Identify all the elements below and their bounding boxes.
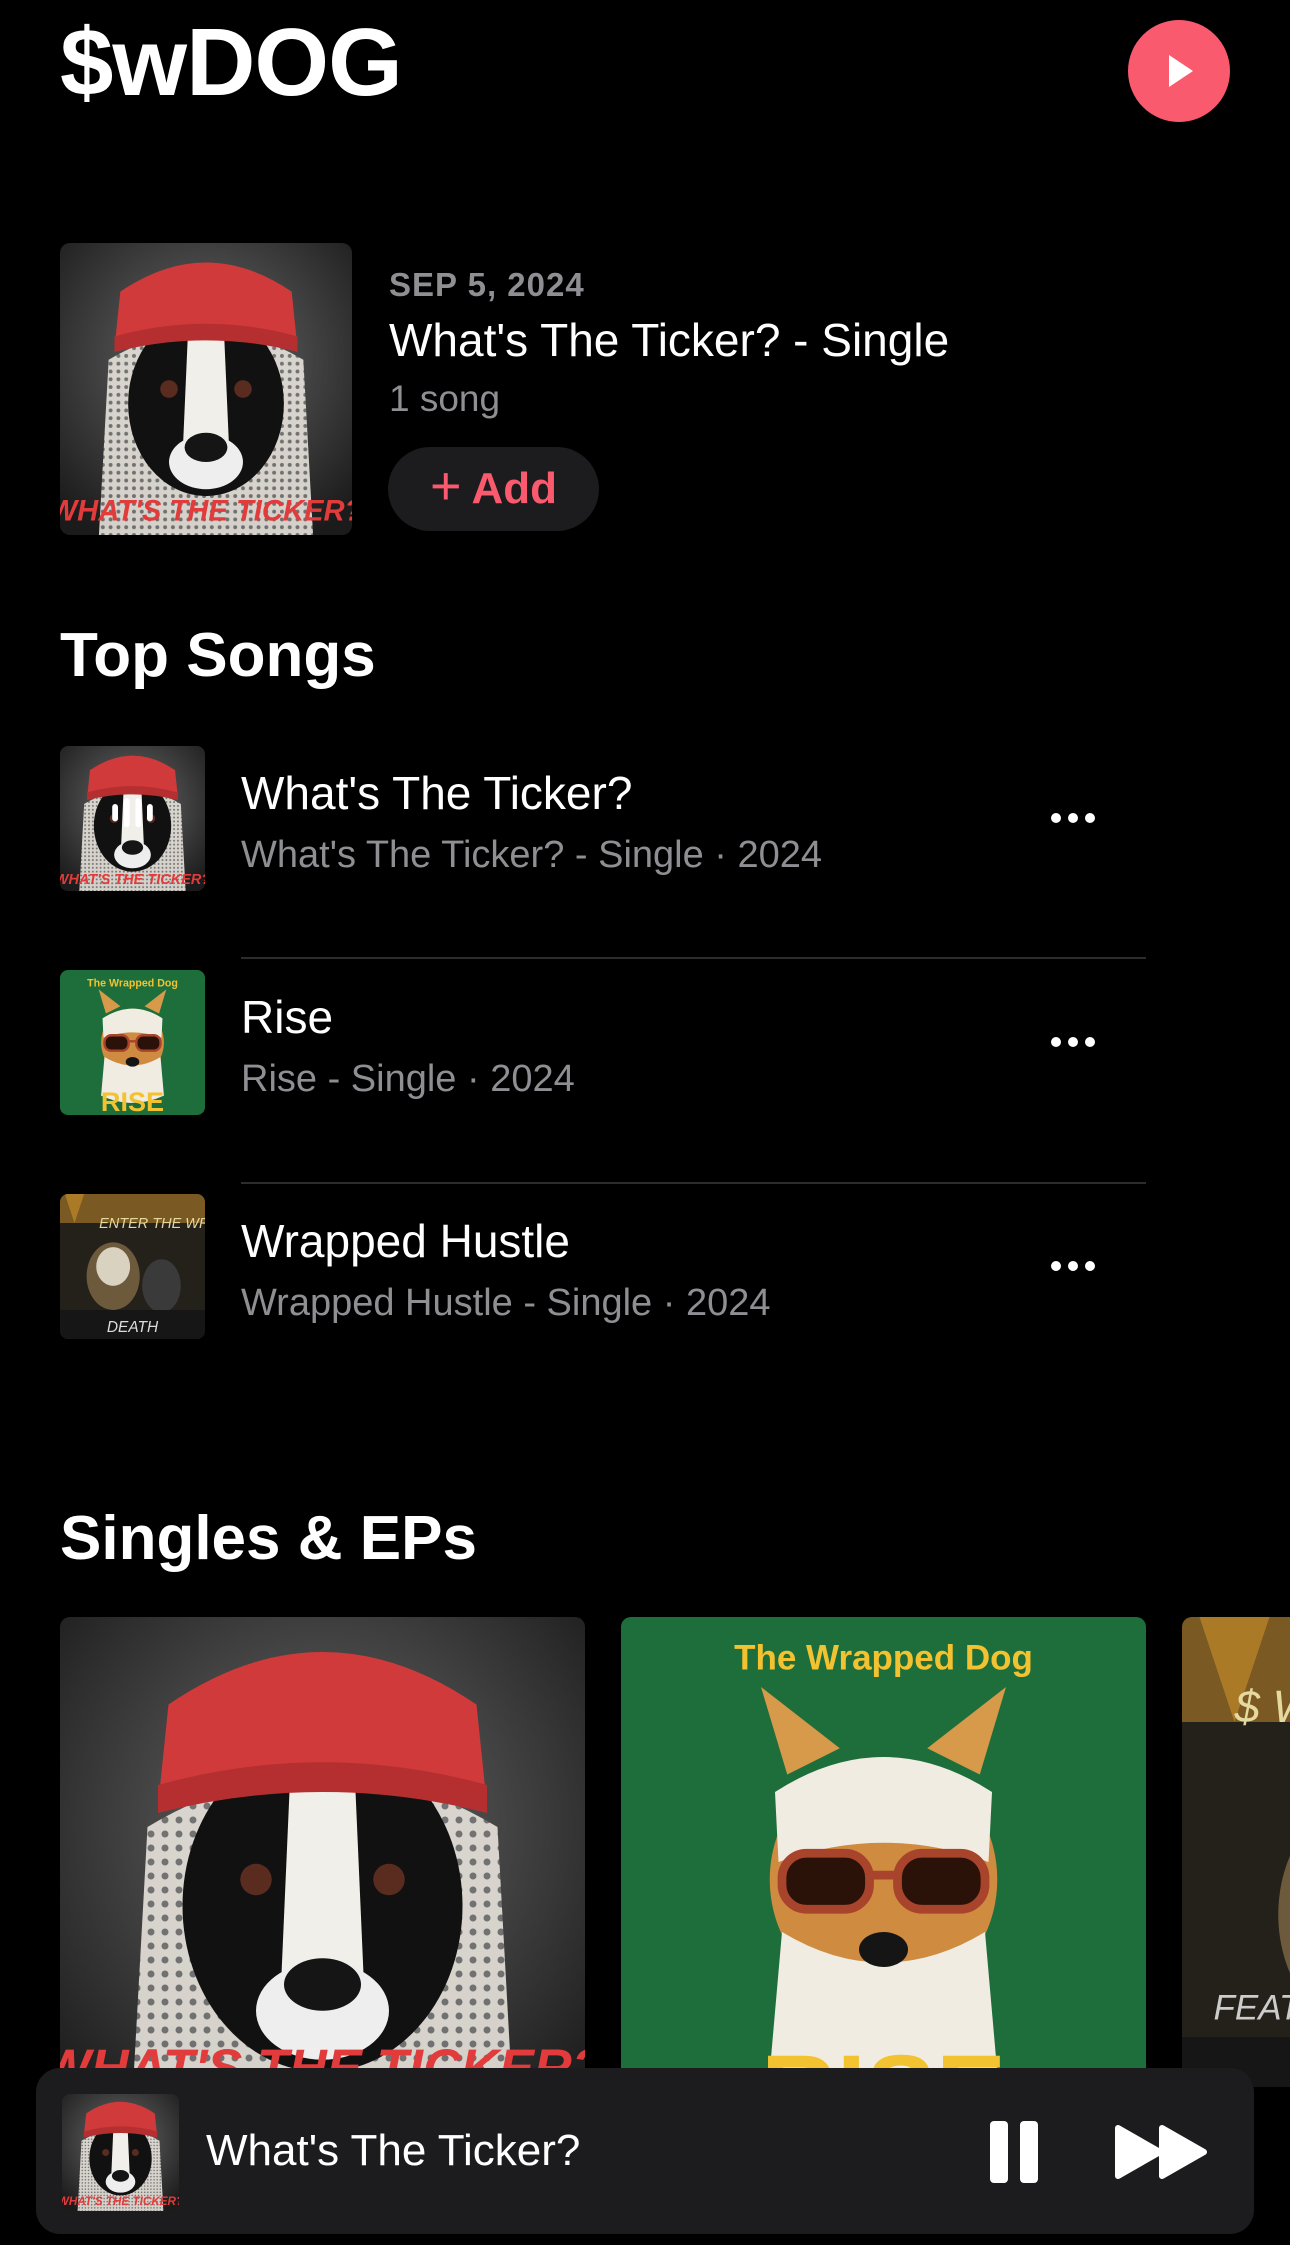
card-art-text: FEAT <box>1214 1989 1290 2028</box>
play-icon <box>1169 55 1193 87</box>
song-art-top: ENTER THE WRAP <box>99 1216 205 1232</box>
more-icon <box>1051 1037 1061 1047</box>
single-card[interactable]: $ WDOG FEAT <box>1182 1617 1290 2087</box>
single-card[interactable]: WHAT'S THE TICKER? <box>60 1617 585 2087</box>
latest-release-artwork[interactable]: WHAT'S THE TICKER? <box>60 243 352 535</box>
add-button[interactable]: + Add <box>388 447 599 531</box>
mini-player[interactable]: WHAT'S THE TICKER? What's The Ticker? <box>36 2068 1254 2234</box>
more-icon <box>1051 1261 1061 1271</box>
more-icon <box>1051 813 1061 823</box>
divider <box>241 1182 1146 1184</box>
pause-button[interactable] <box>976 2112 1052 2192</box>
plus-icon: + <box>429 456 462 516</box>
song-subtitle: Rise - Single · 2024 <box>241 1058 575 1100</box>
song-artwork: WHAT'S THE TICKER? <box>60 746 205 891</box>
release-date: SEP 5, 2024 <box>389 266 585 303</box>
song-art-text: DEATH <box>107 1319 159 1336</box>
artist-name: $wDOG <box>60 9 403 116</box>
pause-icon <box>990 2121 1008 2183</box>
latest-art-text: WHAT'S THE TICKER? <box>60 495 352 527</box>
now-playing-title: What's The Ticker? <box>206 2126 581 2175</box>
more-button[interactable] <box>1040 788 1106 848</box>
single-card[interactable]: The Wrapped Dog RISE <box>621 1617 1146 2087</box>
song-row[interactable]: ENTER THE WRAP DEATH Wrapped Hustle Wrap… <box>0 1194 1290 1418</box>
song-artwork: ENTER THE WRAP DEATH <box>60 1194 205 1339</box>
now-playing-artwork: WHAT'S THE TICKER? <box>62 2094 179 2211</box>
song-subtitle: Wrapped Hustle - Single · 2024 <box>241 1282 771 1324</box>
singles-heading[interactable]: Singles & EPs <box>60 1503 477 1574</box>
play-button[interactable] <box>1128 20 1230 122</box>
more-button[interactable] <box>1040 1012 1106 1072</box>
song-art-top: The Wrapped Dog <box>87 977 178 989</box>
mini-art-text: WHAT'S THE TICKER? <box>62 2195 179 2208</box>
song-title: Wrapped Hustle <box>241 1215 570 1267</box>
divider <box>241 957 1146 959</box>
song-art-text: WHAT'S THE TICKER? <box>60 872 205 888</box>
song-row[interactable]: WHAT'S THE TICKER? What's The Ticker? Wh… <box>0 746 1290 970</box>
song-title: What's The Ticker? <box>241 767 633 819</box>
song-artwork: The Wrapped Dog RISE <box>60 970 205 1115</box>
card-art-top: $ WDOG <box>1234 1681 1290 1732</box>
top-songs-heading[interactable]: Top Songs <box>60 620 376 691</box>
song-subtitle: What's The Ticker? - Single · 2024 <box>241 834 823 876</box>
release-title[interactable]: What's The Ticker? - Single <box>389 313 949 367</box>
add-label: Add <box>471 464 558 513</box>
song-art-text: RISE <box>101 1087 164 1115</box>
card-art-top: The Wrapped Dog <box>734 1639 1033 1678</box>
more-button[interactable] <box>1040 1236 1106 1296</box>
song-title: Rise <box>241 991 334 1043</box>
fast-forward-button[interactable] <box>1110 2112 1214 2192</box>
song-row[interactable]: The Wrapped Dog RISE Rise Rise - Single … <box>0 970 1290 1194</box>
fast-forward-icon <box>1115 2125 1207 2179</box>
release-song-count: 1 song <box>389 378 501 419</box>
